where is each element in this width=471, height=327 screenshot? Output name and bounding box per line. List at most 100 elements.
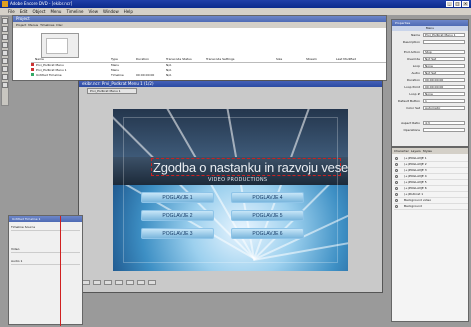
menu-window[interactable]: Window <box>103 8 119 15</box>
row-status: N/A <box>166 73 172 77</box>
zoom-menu-icon[interactable] <box>82 280 90 285</box>
show-button-routing-icon[interactable] <box>104 280 112 285</box>
minimize-button[interactable]: _ <box>446 1 453 7</box>
prop-color-set-field[interactable]: Automatic <box>423 106 465 110</box>
column-duration[interactable]: Duration <box>136 57 149 61</box>
tab-layers[interactable]: Layers <box>411 148 421 154</box>
timeline-title: Untitled Timeline 1 <box>9 216 82 222</box>
column-stream[interactable]: Stream <box>306 57 317 61</box>
prop-loop-count-field[interactable]: None <box>423 92 465 96</box>
layer-item[interactable]: Background <box>394 204 468 210</box>
visibility-eye-icon[interactable] <box>395 175 398 178</box>
direct-select-tool-icon[interactable] <box>2 26 8 32</box>
visibility-eye-icon[interactable] <box>395 157 398 160</box>
zoom-tool-icon[interactable] <box>2 74 8 80</box>
tab-project[interactable]: Project <box>16 22 26 28</box>
menu-file[interactable]: File <box>8 8 15 15</box>
column-transcode-settings[interactable]: Transcode Settings <box>206 57 234 61</box>
tab-source[interactable]: Source <box>25 225 35 229</box>
prop-override-field[interactable]: Not Set <box>423 57 465 61</box>
prop-aspect-ratio-field[interactable]: 4:3 <box>423 121 465 125</box>
project-row[interactable]: Untitled Timeline Timeline 00:00:00:00 N… <box>31 73 386 77</box>
menu-object[interactable]: Object <box>32 8 45 15</box>
chapter-button-4[interactable]: POGLAVJE 4 <box>231 192 304 203</box>
menu-timeline[interactable]: Timeline <box>66 8 83 15</box>
menu-menu[interactable]: Menu <box>50 8 61 15</box>
visibility-eye-icon[interactable] <box>395 193 398 196</box>
layer-name: (+)POGLAVJE 6 <box>404 186 427 190</box>
vertical-text-tool-icon[interactable] <box>2 50 8 56</box>
rectangle-tool-icon[interactable] <box>2 58 8 64</box>
tab-menus[interactable]: Menus <box>28 22 38 28</box>
timeline-panel: Untitled Timeline 1 Timeline Source Vide… <box>8 215 83 325</box>
menu-subtitle-text: VIDEO PRODUCTIONS <box>208 177 268 183</box>
visibility-eye-icon[interactable] <box>395 187 398 190</box>
menu-edit[interactable]: Edit <box>20 8 28 15</box>
layer-name: (+)POGLAVJE 4 <box>404 174 427 178</box>
ellipse-tool-icon[interactable] <box>2 66 8 72</box>
prop-operations-label: Operations <box>403 128 421 132</box>
menu-view[interactable]: View <box>88 8 98 15</box>
prop-duration-label: Duration <box>406 78 420 82</box>
chapter-button-3[interactable]: POGLAVJE 3 <box>141 228 214 239</box>
prop-operations-field[interactable] <box>423 128 465 132</box>
safe-area-guide <box>123 117 338 263</box>
maximize-button[interactable]: □ <box>454 1 461 7</box>
project-row[interactable]: Prvi_Podkrat Menu 1 Menu N/A <box>31 68 386 72</box>
prop-loop-count-label: Loop # <box>409 92 420 96</box>
tab-timeline[interactable]: Timeline <box>11 225 24 229</box>
video-track[interactable]: Video <box>11 246 80 253</box>
visibility-eye-icon[interactable] <box>395 163 398 166</box>
current-time-indicator[interactable] <box>60 216 61 326</box>
text-tool-icon[interactable] <box>2 42 8 48</box>
prop-default-button-field[interactable]: 1 <box>423 99 465 103</box>
chapter-button-5[interactable]: POGLAVJE 5 <box>231 210 304 221</box>
menu-title-text[interactable]: Zgodba o nastanku in razvoju veselja <box>153 160 348 175</box>
audio-track[interactable]: Audio 1 <box>11 258 80 265</box>
layer-name: Background <box>404 204 422 208</box>
visibility-eye-icon[interactable] <box>395 205 398 208</box>
column-transcode-status[interactable]: Transcode Status <box>166 57 192 61</box>
chapter-button-2[interactable]: POGLAVJE 2 <box>141 210 214 221</box>
prop-name-field[interactable]: Prvi_Podkrat Menu 1 <box>423 33 465 37</box>
chapter-button-1[interactable]: POGLAVJE 1 <box>141 192 214 203</box>
visibility-eye-icon[interactable] <box>395 199 398 202</box>
prop-duration-field[interactable]: 00:00:00:00 <box>423 78 465 82</box>
visibility-eye-icon[interactable] <box>395 169 398 172</box>
move-tool-icon[interactable] <box>2 34 8 40</box>
row-duration: 00:00:00:00 <box>136 73 155 77</box>
column-last-modified[interactable]: Last Modified <box>336 57 356 61</box>
menu-canvas[interactable]: Zgodba o nastanku in razvoju veselja VID… <box>113 109 348 271</box>
tab-timelines[interactable]: Timelines <box>40 22 54 28</box>
chapter-button-6[interactable]: POGLAVJE 6 <box>231 228 304 239</box>
column-type[interactable]: Type <box>111 57 118 61</box>
selection-tool-icon[interactable] <box>2 18 8 24</box>
tab-menu[interactable]: Prvi_Podkrat Menu 1 <box>87 88 137 94</box>
tab-styles[interactable]: Styles <box>423 148 432 154</box>
show-normal-state-icon[interactable] <box>115 280 123 285</box>
prop-loop-field[interactable]: None <box>423 64 465 68</box>
show-activated-state-icon[interactable] <box>137 280 145 285</box>
tab-character[interactable]: Character <box>394 148 409 154</box>
menu-help[interactable]: Help <box>124 8 133 15</box>
prop-loop-point-field[interactable]: 00:00:00:00 <box>423 85 465 89</box>
column-name[interactable]: Name <box>35 57 44 61</box>
close-button[interactable]: × <box>462 1 469 7</box>
preview-icon[interactable] <box>148 280 156 285</box>
prop-end-action-label: End Action <box>403 50 420 54</box>
show-selected-state-icon[interactable] <box>126 280 134 285</box>
tab-disc[interactable]: Disc <box>56 22 62 28</box>
visibility-eye-icon[interactable] <box>395 181 398 184</box>
edit-in-photoshop-icon[interactable] <box>2 82 8 88</box>
row-name: Prvi_Podkrat Menu 1 <box>36 68 67 72</box>
show-safe-area-icon[interactable] <box>93 280 101 285</box>
menu-editor-toolbar <box>82 280 202 287</box>
prop-audio-field[interactable]: Not Set <box>423 71 465 75</box>
prop-description-field[interactable] <box>423 40 465 44</box>
column-size[interactable]: Size <box>276 57 282 61</box>
tools-palette <box>1 16 9 106</box>
window-title: Adobe Encore DVD - [ekibr.ncr] <box>10 1 73 6</box>
project-row[interactable]: Prvi_Podkrat Menu Menu N/A <box>31 63 386 67</box>
prop-end-action-field[interactable]: Stop <box>423 50 465 54</box>
encore-window: Adobe Encore DVD - [ekibr.ncr] _ □ × Fil… <box>0 0 471 327</box>
